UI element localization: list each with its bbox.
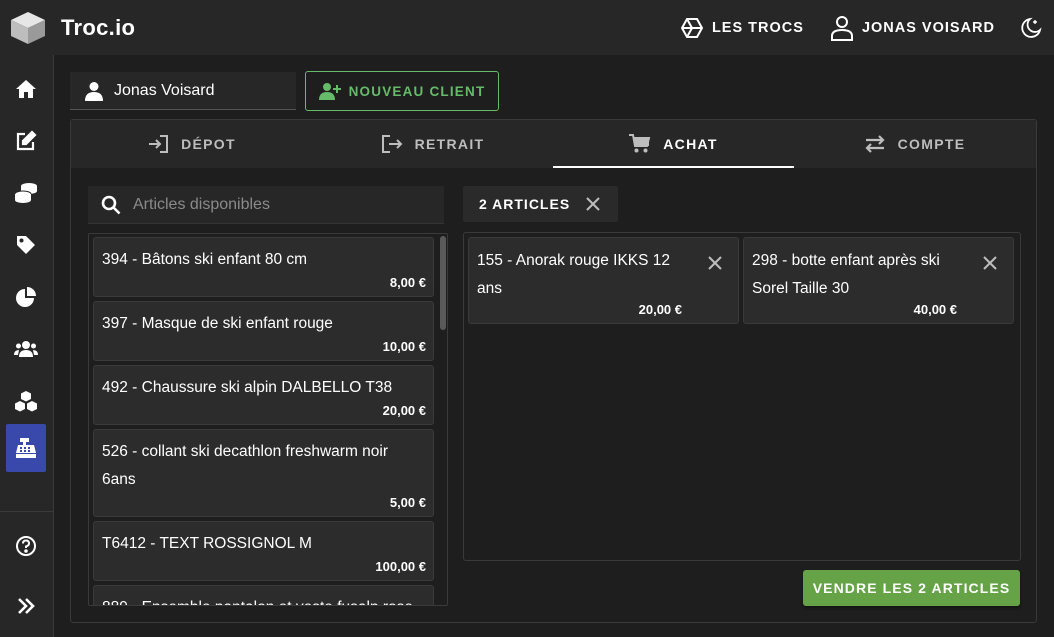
client-name: Jonas Voisard [114, 81, 215, 99]
sidebar-expand-button[interactable] [6, 582, 46, 630]
article-price: 5,00 € [389, 495, 426, 510]
list-item[interactable]: 889 - Ensemble pantalon et veste fusalp … [93, 585, 434, 605]
exchange-icon [865, 135, 885, 153]
sidebar-item-help[interactable] [6, 522, 46, 570]
clear-cart-button[interactable] [586, 197, 600, 211]
list-item[interactable]: 526 - collant ski decathlon freshwarm no… [93, 429, 434, 517]
article-label: 397 - Masque de ski enfant rouge [102, 315, 333, 332]
close-icon [983, 256, 997, 270]
search-input[interactable] [133, 195, 433, 214]
sidebar-item-edit[interactable] [6, 117, 46, 165]
app-title: Troc.io [61, 14, 136, 40]
sidebar-item-home[interactable] [6, 65, 46, 113]
user-icon [85, 81, 103, 101]
cart-item[interactable]: 155 - Anorak rouge IKKS 12 ans 20,00 € [468, 237, 739, 324]
article-price: 100,00 € [375, 559, 426, 574]
sidebar-item-stock[interactable] [6, 377, 46, 425]
sidebar-item-users[interactable] [6, 325, 46, 373]
tab-achat-label: ACHAT [663, 136, 718, 152]
tab-compte-label: COMPTE [897, 136, 966, 152]
edit-icon [16, 130, 37, 151]
tab-depot-label: DÉPOT [181, 136, 236, 152]
tab-depot[interactable]: DÉPOT [71, 120, 312, 168]
home-icon [16, 80, 36, 98]
tag-icon [17, 236, 35, 254]
list-scrollbar[interactable] [440, 236, 446, 330]
sidebar-item-coins[interactable] [6, 169, 46, 217]
cube-logo-icon [11, 11, 45, 44]
sidebar-item-tags[interactable] [6, 221, 46, 269]
article-price: 10,00 € [382, 339, 426, 354]
cart-count-label: 2 ARTICLES [479, 196, 571, 212]
les-trocs-button[interactable]: LES TROCS [667, 0, 817, 55]
new-client-button[interactable]: NOUVEAU CLIENT [305, 71, 499, 111]
list-item[interactable]: T6412 - TEXT ROSSIGNOL M 100,00 € [93, 521, 434, 581]
close-icon [708, 256, 722, 270]
cart-area: 155 - Anorak rouge IKKS 12 ans 20,00 € 2… [463, 232, 1021, 561]
tab-bar: DÉPOT RETRAIT ACHAT COMPTE [71, 120, 1036, 168]
cart-item-price: 40,00 € [913, 302, 957, 317]
article-label: 394 - Bâtons ski enfant 80 cm [102, 251, 308, 268]
cart-item-label: 155 - Anorak rouge IKKS 12 ans [477, 252, 671, 297]
tab-retrait-label: RETRAIT [414, 136, 485, 152]
article-label: T6412 - TEXT ROSSIGNOL M [102, 535, 312, 552]
help-icon [16, 536, 36, 556]
cart-count-chip: 2 ARTICLES [463, 186, 618, 222]
list-item[interactable]: 394 - Bâtons ski enfant 80 cm 8,00 € [93, 237, 434, 297]
remove-cart-item-button[interactable] [983, 256, 997, 275]
tab-compte[interactable]: COMPTE [794, 120, 1035, 168]
sell-articles-button[interactable]: VENDRE LES 2 ARTICLES [803, 570, 1020, 606]
sidebar-divider [0, 511, 54, 512]
top-app-bar: Troc.io LES TROCS JONAS VOISARD [0, 0, 1054, 55]
article-price: 8,00 € [389, 275, 426, 290]
close-icon [586, 197, 600, 211]
cubes-icon [15, 391, 37, 412]
article-label: 889 - Ensemble pantalon et veste fusalp … [102, 594, 422, 605]
sign-in-icon [149, 135, 169, 153]
main-panel: DÉPOT RETRAIT ACHAT COMPTE 394 - Bâtons … [70, 119, 1037, 623]
tab-retrait[interactable]: RETRAIT [312, 120, 553, 168]
cart-item[interactable]: 298 - botte enfant après ski Sorel Taill… [743, 237, 1014, 324]
user-plus-icon [318, 83, 341, 100]
tab-achat[interactable]: ACHAT [553, 120, 794, 168]
article-label: 492 - Chaussure ski alpin DALBELLO T38 [102, 379, 393, 396]
article-label: 526 - collant ski decathlon freshwarm no… [102, 443, 389, 488]
list-item[interactable]: 397 - Masque de ski enfant rouge 10,00 € [93, 301, 434, 361]
cash-register-icon [16, 438, 36, 458]
les-trocs-label: LES TROCS [711, 19, 804, 36]
sidebar-item-stats[interactable] [6, 273, 46, 321]
user-outline-icon [830, 15, 853, 41]
cart-icon [629, 134, 651, 153]
article-search [88, 186, 444, 224]
coins-icon [14, 183, 37, 203]
new-client-label: NOUVEAU CLIENT [348, 83, 486, 99]
users-icon [14, 341, 38, 357]
hexagon-cube-icon [680, 17, 704, 38]
user-name-label: JONAS VOISARD [861, 19, 995, 36]
cart-item-price: 20,00 € [638, 302, 682, 317]
double-chevron-right-icon [18, 598, 35, 614]
available-articles-list[interactable]: 394 - Bâtons ski enfant 80 cm 8,00 € 397… [88, 233, 448, 606]
client-selector[interactable]: Jonas Voisard [70, 72, 296, 110]
search-icon [101, 195, 121, 214]
cart-item-label: 298 - botte enfant après ski Sorel Taill… [752, 252, 940, 297]
list-item[interactable]: 492 - Chaussure ski alpin DALBELLO T38 2… [93, 365, 434, 425]
user-account-button[interactable]: JONAS VOISARD [817, 0, 1008, 55]
logo[interactable]: Troc.io [9, 11, 135, 45]
sidebar-item-cash-register[interactable] [6, 424, 46, 472]
remove-cart-item-button[interactable] [708, 256, 722, 275]
article-price: 20,00 € [382, 403, 426, 418]
moon-stars-icon [1021, 17, 1042, 38]
sidebar-nav [0, 55, 54, 637]
theme-toggle-button[interactable] [1008, 0, 1054, 55]
sign-out-icon [381, 135, 403, 153]
pie-chart-icon [16, 287, 36, 307]
